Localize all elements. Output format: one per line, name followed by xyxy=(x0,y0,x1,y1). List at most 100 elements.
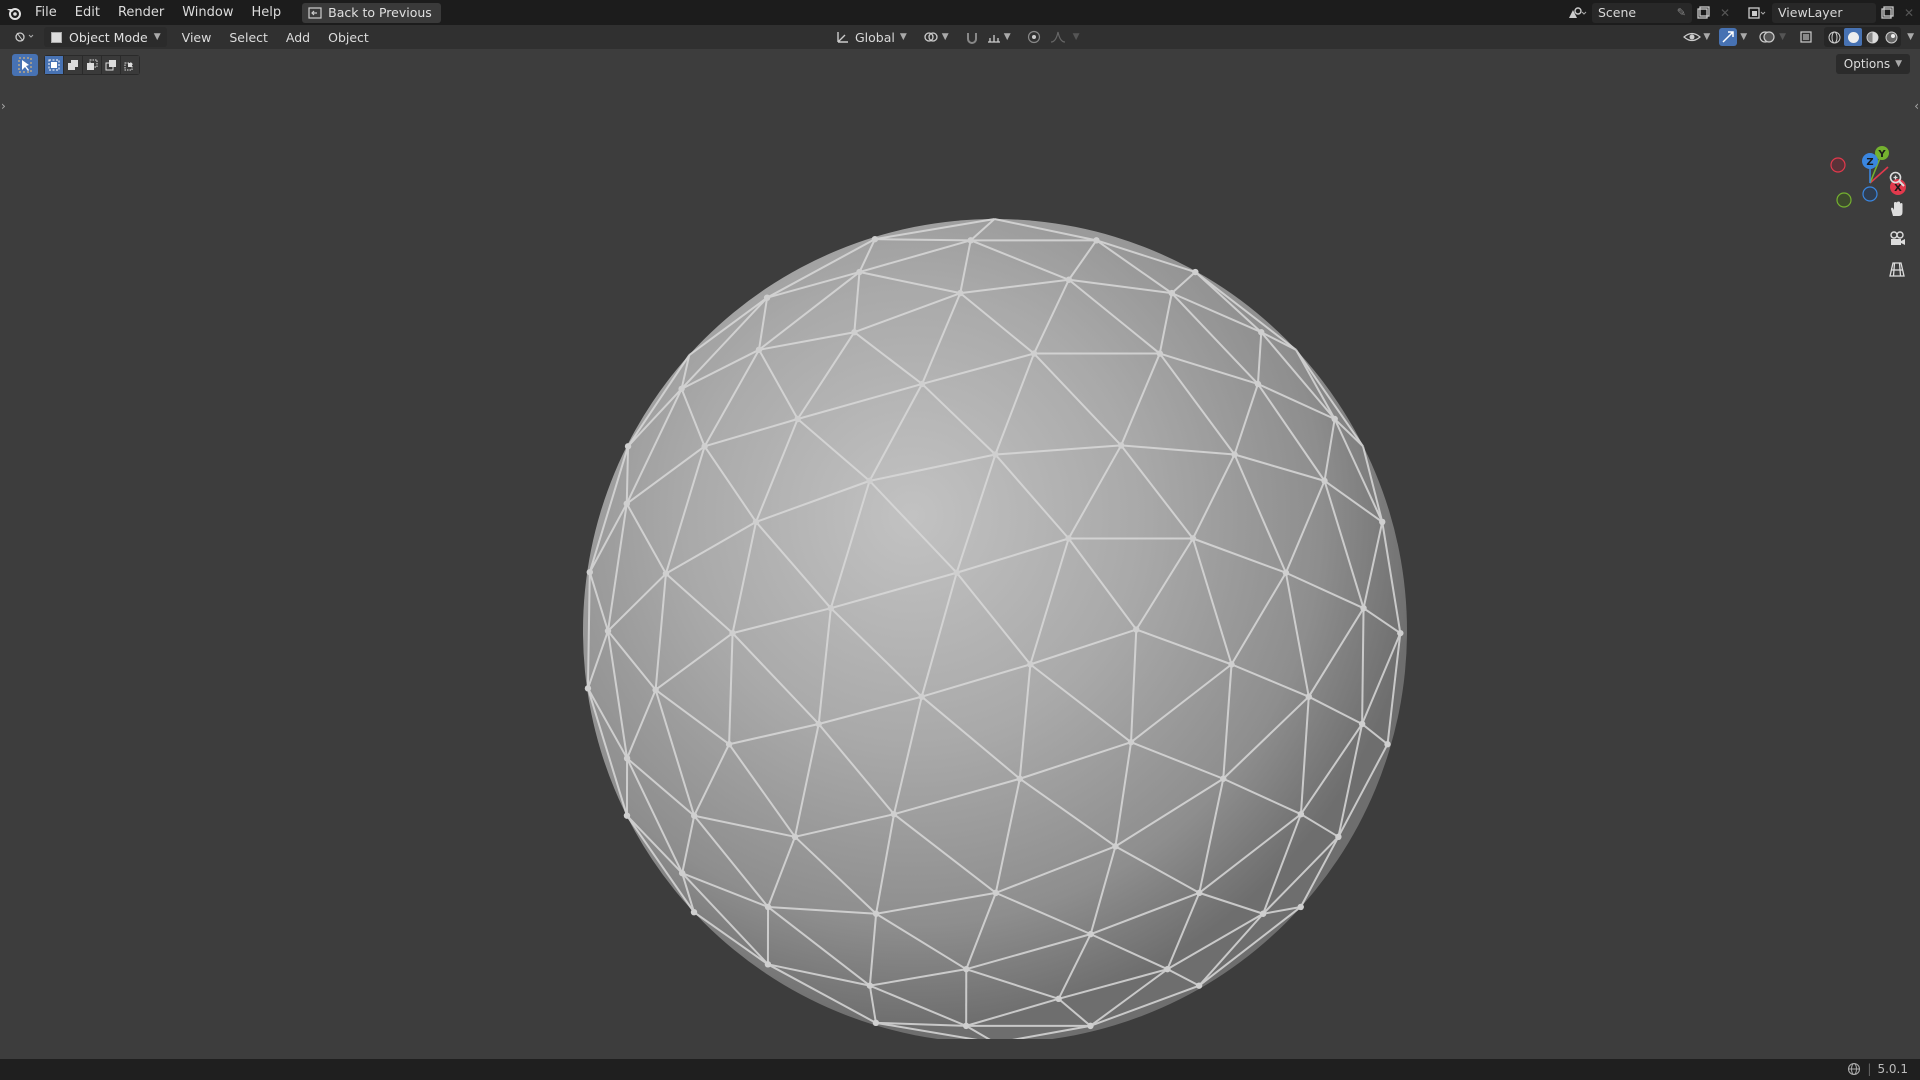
network-globe-icon[interactable] xyxy=(1847,1062,1861,1076)
solid-shading-icon[interactable] xyxy=(1844,28,1863,46)
mesh-vertex xyxy=(701,443,708,450)
menu-help[interactable]: Help xyxy=(243,0,291,25)
snap-target-dropdown[interactable]: ▼ xyxy=(987,30,1011,44)
3d-viewport[interactable]: X Y Z › ‹ xyxy=(0,49,1920,1059)
chevron-down-icon[interactable]: ▼ xyxy=(1907,32,1914,42)
perspective-toggle-icon[interactable] xyxy=(1883,255,1911,283)
mesh-vertex xyxy=(992,451,999,458)
menu-file[interactable]: File xyxy=(26,0,66,25)
pan-hand-icon[interactable] xyxy=(1883,195,1911,223)
neg-y-axis-icon[interactable] xyxy=(1836,192,1852,208)
mesh-vertex xyxy=(725,741,733,748)
back-to-previous-label: Back to Previous xyxy=(328,5,432,20)
new-scene-icon[interactable] xyxy=(1692,3,1714,23)
mesh-vertex xyxy=(1297,810,1305,818)
chevron-down-icon[interactable]: ▼ xyxy=(1779,32,1786,42)
back-icon xyxy=(308,6,322,19)
wireframe-shading-icon[interactable] xyxy=(1825,28,1843,46)
blender-logo-icon[interactable] xyxy=(2,0,26,25)
xray-toggle-icon[interactable] xyxy=(1797,28,1815,46)
mesh-vertex xyxy=(871,235,879,243)
mesh-vertex xyxy=(872,1019,880,1027)
mesh-vertex xyxy=(652,686,659,694)
version-number: 5.0.1 xyxy=(1877,1062,1908,1076)
view-layer-type-icon[interactable] xyxy=(1742,3,1772,23)
menu-edit[interactable]: Edit xyxy=(66,0,109,25)
menu-add[interactable]: Add xyxy=(277,30,319,45)
mesh-vertex xyxy=(623,755,631,762)
menu-window[interactable]: Window xyxy=(173,0,242,25)
rendered-shading-icon[interactable] xyxy=(1882,28,1900,46)
scene-field[interactable]: Scene ✎ xyxy=(1592,2,1692,23)
z-axis-label: Z xyxy=(1866,157,1873,168)
mesh-edge xyxy=(625,446,630,504)
camera-view-icon[interactable] xyxy=(1883,225,1911,253)
back-to-previous-button[interactable]: Back to Previous xyxy=(302,2,441,23)
mesh-vertex xyxy=(1127,738,1135,746)
icosphere-mesh[interactable] xyxy=(580,209,1420,1039)
mesh-vertex xyxy=(1168,289,1175,297)
select-tool-icon[interactable] xyxy=(12,54,38,76)
mesh-vertex xyxy=(1195,982,1203,989)
menu-object[interactable]: Object xyxy=(319,30,378,45)
mesh-vertex xyxy=(1228,661,1235,668)
chevron-down-icon: ▼ xyxy=(1895,59,1902,69)
pivot-point-dropdown[interactable]: ▼ xyxy=(923,30,949,44)
mesh-vertex xyxy=(763,294,771,301)
select-extend-icon[interactable] xyxy=(64,56,82,74)
mesh-vertex xyxy=(1117,442,1125,449)
mesh-vertex xyxy=(755,346,763,354)
menu-render[interactable]: Render xyxy=(109,0,173,25)
mesh-vertex xyxy=(1297,903,1304,911)
mesh-vertex xyxy=(1087,1022,1094,1030)
eye-visibility-icon xyxy=(1683,32,1702,42)
chevron-down-icon: ▼ xyxy=(899,32,907,42)
neg-x-axis-icon[interactable] xyxy=(1830,157,1846,173)
gizmo-toggle-icon[interactable] xyxy=(1719,28,1738,46)
material-preview-shading-icon[interactable] xyxy=(1863,28,1881,46)
menu-view[interactable]: View xyxy=(173,30,221,45)
menu-select[interactable]: Select xyxy=(220,30,277,45)
visibility-dropdown[interactable]: ▼ xyxy=(1683,30,1710,44)
select-subtract-icon[interactable] xyxy=(83,56,101,74)
view-layer-field[interactable]: ViewLayer xyxy=(1772,2,1876,23)
chevron-down-icon: ▼ xyxy=(1072,32,1080,42)
sidebar-expand-arrow-icon[interactable]: ‹ xyxy=(1914,99,1919,113)
mesh-vertex xyxy=(1192,268,1199,276)
workspace-controls: Scene ✎ ✕ ViewLayer ✕ xyxy=(1562,0,1920,25)
chevron-down-icon: ▼ xyxy=(1003,32,1011,42)
editor-type-icon[interactable] xyxy=(12,28,40,46)
falloff-icon[interactable] xyxy=(1049,28,1067,46)
overlays-toggle-icon[interactable] xyxy=(1758,28,1776,46)
snap-increment-icon xyxy=(987,35,1000,43)
pin-icon[interactable]: ✎ xyxy=(1677,6,1686,19)
proportional-editing-icon[interactable] xyxy=(1025,28,1043,46)
mesh-vertex xyxy=(1397,629,1404,637)
mesh-vertex xyxy=(791,833,799,841)
snap-toggle-icon[interactable] xyxy=(963,28,981,46)
select-invert-icon[interactable] xyxy=(102,56,120,74)
zoom-icon[interactable] xyxy=(1883,165,1911,193)
mesh-vertex xyxy=(856,268,863,276)
mesh-vertex xyxy=(1331,415,1338,423)
mesh-vertex xyxy=(1030,350,1038,357)
scene-type-icon[interactable] xyxy=(1562,3,1592,23)
chevron-down-icon[interactable]: ▼ xyxy=(1740,32,1747,42)
object-mode-dropdown[interactable]: Object Mode ▼ xyxy=(44,27,167,47)
delete-scene-icon[interactable]: ✕ xyxy=(1714,3,1736,23)
select-intersect-icon[interactable] xyxy=(121,56,139,74)
neg-z-axis-icon[interactable] xyxy=(1862,186,1878,202)
options-dropdown[interactable]: Options ▼ xyxy=(1835,54,1910,74)
mesh-vertex xyxy=(866,982,874,989)
mesh-vertex xyxy=(1156,350,1163,357)
object-mode-label: Object Mode xyxy=(69,29,148,45)
mesh-vertex xyxy=(1231,451,1238,458)
mesh-vertex xyxy=(918,693,925,700)
status-bar: | 5.0.1 xyxy=(0,1059,1920,1080)
delete-view-layer-icon[interactable]: ✕ xyxy=(1898,3,1920,23)
transform-orientation-dropdown[interactable]: Global ▼ xyxy=(836,30,907,45)
toolbar-expand-arrow-icon[interactable]: › xyxy=(1,99,6,113)
mesh-edge xyxy=(1361,608,1365,724)
new-view-layer-icon[interactable] xyxy=(1876,3,1898,23)
select-new-icon[interactable] xyxy=(45,56,63,74)
